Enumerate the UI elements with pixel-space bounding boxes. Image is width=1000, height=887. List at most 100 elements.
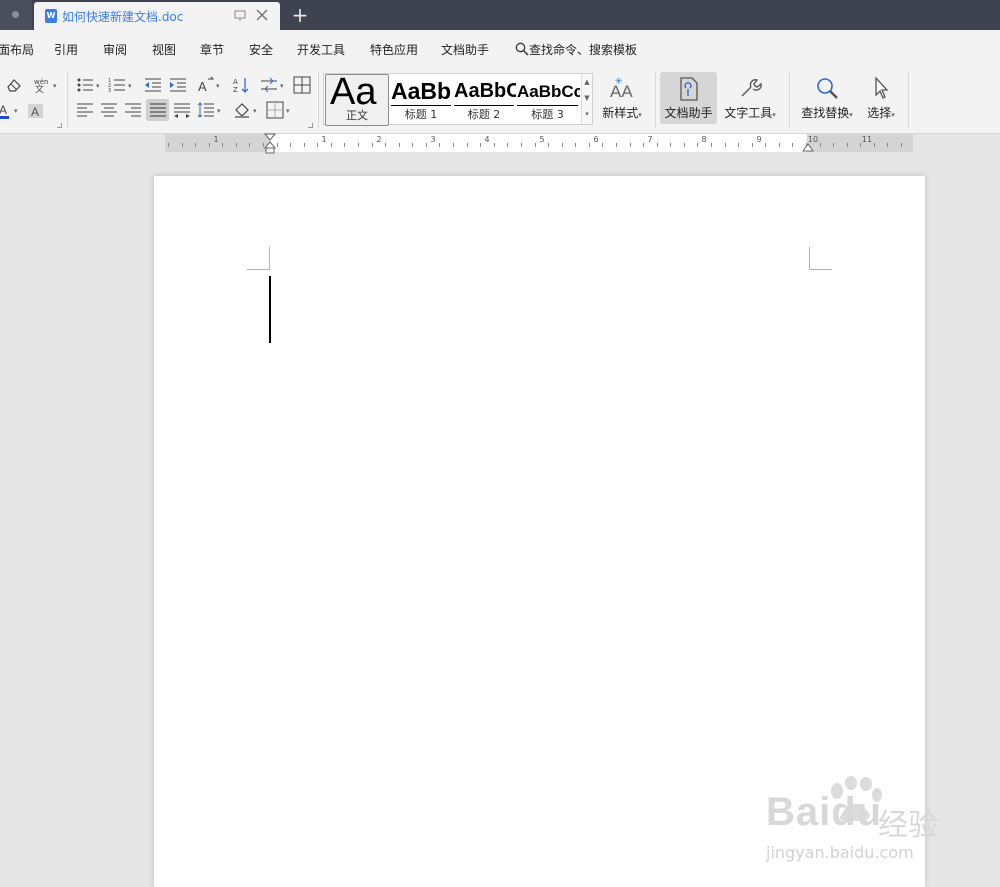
svg-text:A: A (198, 79, 207, 94)
ruler-tick (779, 143, 780, 147)
ruler-tick (630, 143, 631, 147)
ruler-tick (521, 143, 522, 147)
svg-text:✳: ✳ (615, 77, 623, 87)
line-spacing-caret-icon[interactable]: ▾ (280, 82, 284, 90)
text-direction-icon[interactable]: A (196, 76, 216, 98)
ruler-tick (602, 143, 603, 147)
pin-icon[interactable] (232, 7, 248, 23)
search-icon (515, 42, 529, 56)
phonetic-guide-icon[interactable]: wén 文 (32, 75, 50, 97)
ruler-tick (222, 143, 223, 147)
text-direction-caret-icon[interactable]: ▾ (216, 82, 220, 90)
right-indent-marker-icon[interactable] (802, 141, 814, 155)
menu-security[interactable]: 安全 (249, 41, 273, 58)
app-menu-button[interactable] (0, 0, 32, 30)
pointer-icon (862, 76, 900, 105)
bullet-list-icon[interactable] (76, 77, 94, 97)
find-replace-button[interactable]: 查找替换▾ (797, 72, 857, 124)
char-shading-icon[interactable]: A (27, 102, 45, 124)
ruler-tick (249, 143, 250, 147)
font-color-icon[interactable]: A (0, 102, 11, 124)
crop-mark-top-left (247, 247, 270, 270)
phonetic-caret-icon[interactable]: ▾ (53, 82, 57, 90)
table-layout-icon[interactable] (293, 76, 311, 98)
ruler-tick (412, 143, 413, 147)
paragraph-dialog-launcher[interactable] (308, 123, 313, 128)
style-preview: AaBbCc (517, 82, 580, 101)
select-button[interactable]: 选择▾ (862, 72, 900, 124)
menu-references[interactable]: 引用 (54, 41, 78, 58)
scroll-down-icon[interactable]: ▼ (582, 90, 592, 106)
border-icon[interactable] (266, 101, 284, 123)
align-right-icon[interactable] (124, 102, 142, 122)
style-heading-3[interactable]: AaBbCc 标题 3 (516, 74, 580, 124)
document-tab[interactable]: W 如何快速新建文档.doc (34, 2, 280, 30)
menu-special-apps[interactable]: 特色应用 (370, 41, 418, 58)
style-normal[interactable]: Aa 正文 (325, 71, 389, 126)
border-caret-icon[interactable]: ▾ (286, 107, 290, 115)
line-spacing-icon[interactable] (260, 77, 278, 97)
shading-caret-icon[interactable]: ▾ (253, 107, 257, 115)
shading-icon[interactable] (233, 101, 253, 123)
watermark-logo: Baidu (766, 790, 883, 834)
menu-chapter[interactable]: 章节 (200, 41, 224, 58)
sort-icon[interactable]: AZ (232, 76, 250, 98)
menu-review[interactable]: 审阅 (103, 41, 127, 58)
document-page[interactable] (154, 176, 925, 887)
menu-doc-assistant[interactable]: 文档助手 (441, 41, 489, 58)
tab-title: 如何快速新建文档.doc (62, 10, 184, 24)
ruler-tick (385, 143, 386, 147)
svg-text:Z: Z (233, 86, 238, 94)
align-center-icon[interactable] (100, 102, 118, 122)
indent-marker-icon[interactable] (263, 133, 277, 158)
style-label: 正文 (346, 109, 368, 122)
ruler-tick (738, 143, 739, 147)
ruler-number: 2 (376, 135, 382, 144)
style-heading-1[interactable]: AaBb 标题 1 (390, 74, 452, 124)
ruler-number: 9 (756, 135, 762, 144)
decrease-indent-icon[interactable] (144, 77, 162, 97)
font-dialog-launcher[interactable] (57, 123, 62, 128)
ruler-tick (847, 143, 848, 147)
text-tools-button[interactable]: 文字工具▾ (721, 72, 779, 124)
text-cursor (269, 276, 271, 343)
style-heading-2[interactable]: AaBbC 标题 2 (453, 74, 516, 124)
ruler-number: 1 (321, 135, 327, 144)
watermark-url: jingyan.baidu.com (766, 843, 914, 862)
ruler-tick (616, 143, 617, 147)
doc-assistant-button[interactable]: 文档助手 (660, 72, 717, 124)
gallery-scrollbar[interactable]: ▲ ▼ ▾ (581, 74, 592, 124)
wrench-icon (721, 76, 779, 105)
expand-gallery-icon[interactable]: ▾ (582, 106, 592, 122)
increase-indent-icon[interactable] (169, 77, 187, 97)
numbered-caret-icon[interactable]: ▾ (128, 82, 132, 90)
ruler-tick (304, 143, 305, 147)
distributed-align-icon[interactable] (173, 102, 191, 122)
close-tab-icon[interactable] (254, 7, 270, 23)
menu-view[interactable]: 视图 (152, 41, 176, 58)
numbered-list-icon[interactable]: 123 (108, 77, 126, 97)
new-style-label: 新样式▾ (602, 106, 642, 120)
style-label: 标题 3 (531, 108, 564, 121)
align-left-icon[interactable] (76, 102, 94, 122)
paragraph-spacing-icon[interactable] (197, 102, 215, 122)
ruler-tick (331, 143, 332, 147)
justify-icon[interactable] (146, 99, 169, 121)
menu-developer-tools[interactable]: 开发工具 (297, 41, 345, 58)
menu-page-layout[interactable]: 面布局 (0, 41, 34, 58)
ruler-tick (901, 143, 902, 147)
ruler-tick (277, 143, 278, 147)
eraser-icon[interactable] (5, 77, 23, 97)
new-tab-button[interactable]: + (290, 3, 310, 27)
ruler-tick (833, 143, 834, 147)
new-style-button[interactable]: AA ✳ 新样式▾ (597, 72, 647, 124)
search-command[interactable]: 查找命令、搜索模板 (515, 41, 637, 58)
scroll-up-icon[interactable]: ▲ (582, 74, 592, 90)
crop-mark-top-right (809, 247, 832, 270)
separator (908, 72, 909, 128)
style-label: 标题 2 (467, 108, 501, 121)
font-color-caret-icon[interactable]: ▾ (14, 107, 18, 115)
bullet-caret-icon[interactable]: ▾ (96, 82, 100, 90)
paragraph-spacing-caret-icon[interactable]: ▾ (217, 107, 221, 115)
style-preview: AaBb (391, 78, 452, 104)
